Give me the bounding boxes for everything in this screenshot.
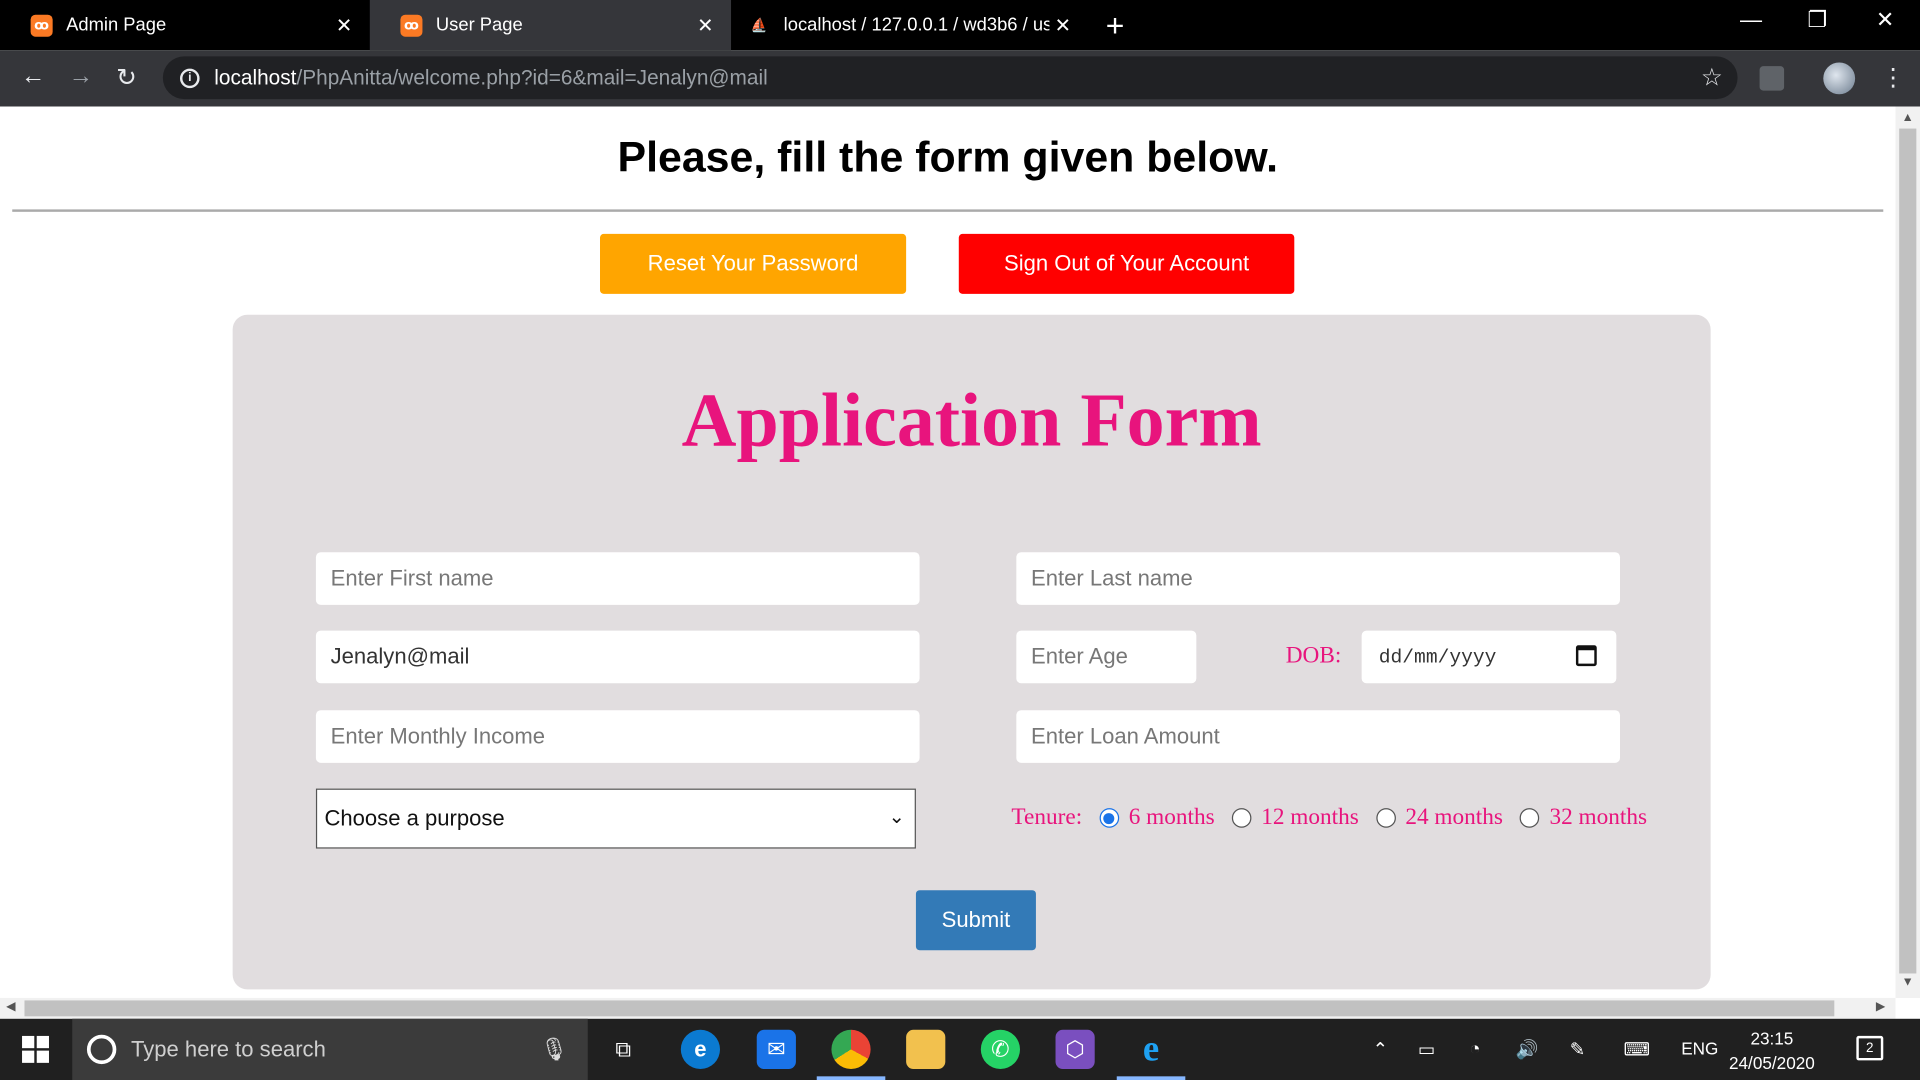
scroll-up-icon[interactable]: ▲ — [1902, 111, 1914, 124]
keyboard-icon[interactable]: ⌨ — [1624, 1038, 1651, 1061]
xampp-icon: ꝏ — [30, 14, 53, 37]
url-host: localhost — [214, 65, 297, 89]
profile-avatar[interactable] — [1823, 62, 1856, 95]
scrollbar-thumb[interactable] — [24, 1000, 1835, 1017]
monthly-income-input[interactable]: Enter Monthly Income — [315, 710, 920, 763]
tenure-label: Tenure: — [1011, 804, 1083, 831]
tenure-option-label: 6 months — [1128, 804, 1215, 831]
dob-placeholder: dd/mm/yyyy — [1378, 645, 1497, 668]
notification-icon[interactable]: 2 — [1856, 1035, 1884, 1061]
scroll-right-icon[interactable]: ▶ — [1876, 1000, 1885, 1013]
tenure-radio-24[interactable] — [1375, 808, 1396, 828]
tenure-radio-6[interactable] — [1099, 808, 1119, 828]
battery-icon[interactable]: ▭ — [1418, 1038, 1435, 1061]
browser-tab-bar: ꝏ Admin Page ✕ ꝏ User Page ✕ ⛵ localhost… — [0, 0, 1920, 51]
pen-icon[interactable]: ✎ — [1570, 1038, 1585, 1061]
windows-start-icon[interactable] — [22, 1035, 49, 1063]
last-name-input[interactable]: Enter Last name — [1016, 552, 1621, 605]
page-heading: Please, fill the form given below. — [617, 133, 1278, 182]
purpose-select[interactable]: Choose a purpose ⌄ — [315, 788, 916, 849]
vertical-scrollbar[interactable]: ▲ ▼ — [1895, 106, 1920, 998]
whatsapp-icon[interactable]: ✆ — [980, 1029, 1021, 1069]
reload-icon[interactable]: ↻ — [116, 62, 137, 93]
calendar-icon[interactable] — [1575, 645, 1597, 667]
windows-taskbar: Type here to search 🎙 ⧉ e ✉ ✆ ⬡ e ⌃ ▭ ◔ … — [0, 1018, 1920, 1080]
chevron-down-icon: ⌄ — [888, 806, 905, 828]
forward-icon[interactable]: → — [69, 62, 93, 90]
tab-phpmyadmin[interactable]: ⛵ localhost / 127.0.0.1 / wd3b6 / us ✕ — [731, 0, 1089, 50]
wifi-icon[interactable]: ◔ — [1469, 1038, 1480, 1059]
scroll-left-icon[interactable]: ◀ — [6, 1000, 15, 1013]
notification-count: 2 — [1866, 1040, 1874, 1056]
scroll-down-icon[interactable]: ▼ — [1902, 976, 1914, 989]
tenure-group: Tenure: 6 months 12 months 24 months 32 … — [1011, 804, 1647, 831]
purpose-selected-value: Choose a purpose — [324, 805, 505, 831]
loan-amount-input[interactable]: Enter Loan Amount — [1016, 710, 1621, 763]
xampp-icon: ꝏ — [400, 14, 423, 37]
age-input[interactable]: Enter Age — [1016, 630, 1197, 684]
divider — [12, 209, 1884, 212]
sign-out-button[interactable]: Sign Out of Your Account — [958, 233, 1295, 294]
extension-icon[interactable] — [1759, 66, 1785, 91]
clock-date: 24/05/2020 — [1728, 1053, 1815, 1073]
clock[interactable]: 23:15 24/05/2020 — [1729, 1026, 1815, 1075]
bookmark-star-icon[interactable]: ☆ — [1701, 62, 1723, 93]
application-form: Application Form Enter First name Enter … — [232, 314, 1711, 990]
dob-label: DOB: — [1285, 642, 1342, 669]
active-app-indicator — [816, 1076, 886, 1080]
scrollbar-thumb[interactable] — [1899, 128, 1917, 974]
microphone-icon[interactable]: 🎙 — [540, 1037, 568, 1063]
clock-time: 23:15 — [1750, 1028, 1794, 1049]
close-icon[interactable]: ✕ — [692, 13, 719, 37]
close-icon[interactable]: ✕ — [1049, 13, 1076, 37]
submit-button[interactable]: Submit — [915, 890, 1036, 951]
tenure-option-label: 24 months — [1405, 804, 1503, 831]
menu-dots-icon[interactable]: ⋮ — [1881, 62, 1905, 93]
tenure-radio-32[interactable] — [1520, 808, 1540, 828]
tenure-option-label: 12 months — [1261, 804, 1359, 831]
horizontal-scrollbar[interactable]: ◀ ▶ — [0, 997, 1896, 1019]
url-path: /PhpAnitta/welcome.php?id=6&mail=Jenalyn… — [296, 65, 768, 89]
tab-user-page[interactable]: ꝏ User Page ✕ — [369, 0, 732, 51]
address-bar[interactable]: i localhost /PhpAnitta/welcome.php?id=6&… — [162, 56, 1738, 100]
mail-icon[interactable]: ✉ — [756, 1029, 796, 1069]
back-icon[interactable]: ← — [21, 62, 45, 90]
dob-date-input[interactable]: dd/mm/yyyy — [1361, 630, 1617, 684]
close-window-icon[interactable]: ✕ — [1876, 7, 1894, 33]
file-explorer-icon[interactable] — [906, 1029, 946, 1069]
screen: ꝏ Admin Page ✕ ꝏ User Page ✕ ⛵ localhost… — [0, 0, 1920, 1080]
internet-explorer-icon[interactable]: e — [1131, 1029, 1170, 1069]
language-indicator[interactable]: ENG — [1681, 1038, 1718, 1058]
first-name-input[interactable]: Enter First name — [315, 552, 920, 605]
app-cube-icon[interactable]: ⬡ — [1055, 1029, 1095, 1069]
task-view-icon[interactable]: ⧉ — [604, 1030, 643, 1069]
phpmyadmin-icon: ⛵ — [750, 18, 768, 34]
tab-label: User Page — [435, 14, 523, 36]
taskbar-search[interactable]: Type here to search 🎙 — [72, 1018, 588, 1080]
reset-password-button[interactable]: Reset Your Password — [600, 233, 907, 294]
tab-admin-page[interactable]: ꝏ Admin Page ✕ — [0, 0, 370, 50]
email-input[interactable]: Jenalyn@mail — [315, 630, 920, 684]
page-content: Please, fill the form given below. Reset… — [0, 106, 1896, 998]
tab-label: Admin Page — [66, 14, 167, 36]
chevron-up-icon[interactable]: ⌃ — [1373, 1038, 1388, 1061]
new-tab-icon[interactable]: + — [1106, 7, 1125, 45]
browser-toolbar: ← → ↻ i localhost /PhpAnitta/welcome.php… — [0, 50, 1920, 107]
chrome-icon[interactable] — [831, 1029, 871, 1069]
edge-icon[interactable]: e — [680, 1029, 721, 1069]
tenure-option-label: 32 months — [1549, 804, 1648, 831]
volume-icon[interactable]: 🔊 — [1516, 1038, 1539, 1061]
active-app-indicator — [1116, 1076, 1186, 1080]
restore-icon[interactable]: ❐ — [1807, 7, 1827, 33]
tenure-radio-12[interactable] — [1231, 808, 1252, 828]
search-placeholder: Type here to search — [131, 1036, 326, 1062]
close-icon[interactable]: ✕ — [331, 13, 358, 37]
info-icon[interactable]: i — [180, 67, 200, 88]
tab-label: localhost / 127.0.0.1 / wd3b6 / us — [783, 14, 1050, 36]
form-title: Application Form — [681, 379, 1262, 463]
minimize-icon[interactable]: — — [1740, 7, 1762, 33]
cortana-icon[interactable] — [86, 1034, 117, 1065]
